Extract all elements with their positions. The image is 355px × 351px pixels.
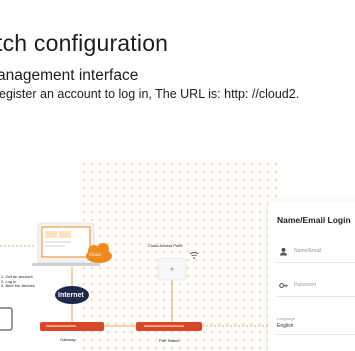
network-figure: Cloud Internet Cloud Access Point Gatewa… xyxy=(0,160,355,351)
name-email-field[interactable]: Name/Email xyxy=(277,240,355,263)
cloud-label: Cloud xyxy=(89,252,101,257)
setup-steps: 1. Get an account 2. Log in 3. Bind the … xyxy=(1,274,35,289)
key-icon xyxy=(279,282,288,289)
setup-step: 3. Bind the devices xyxy=(1,283,35,289)
login-card: Name/Email Login Name/Email Password Lan… xyxy=(268,202,355,351)
section-heading: tch configuration xyxy=(0,30,169,56)
login-instruction: egister an account to log in, The URL is… xyxy=(0,87,300,101)
poe-switch-label: PoE Switch xyxy=(159,338,180,343)
wifi-icon xyxy=(189,252,199,259)
language-select[interactable]: Language English xyxy=(277,306,355,335)
user-icon xyxy=(279,247,288,256)
gateway-label: Gateway xyxy=(60,337,76,342)
password-field[interactable]: Password xyxy=(277,274,355,297)
internet-label: Internet xyxy=(58,292,84,299)
mobile-device-icon xyxy=(0,307,13,331)
login-title: Name/Email Login xyxy=(277,215,351,225)
access-point-label: Cloud Access Point xyxy=(148,243,183,248)
password-placeholder: Password xyxy=(294,282,316,288)
language-label: Language xyxy=(277,316,295,321)
language-value: English xyxy=(277,323,294,329)
name-email-placeholder: Name/Email xyxy=(294,248,322,254)
section-subheading: anagement interface xyxy=(0,67,139,84)
